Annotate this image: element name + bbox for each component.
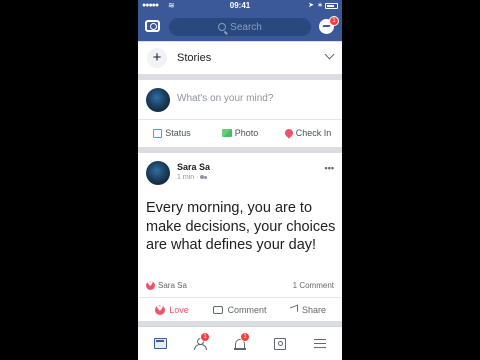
reaction-summary[interactable]: Sara Sa 1 Comment bbox=[146, 279, 334, 291]
share-icon bbox=[289, 304, 298, 315]
phone-screen: ●●●●● ≋ 09:41 ➤ ∗ Search 1 + Stories Wha… bbox=[138, 0, 342, 360]
search-bar[interactable]: Search bbox=[169, 18, 311, 36]
location-icon: ➤ bbox=[308, 2, 314, 9]
post-actions: Love Comment Share bbox=[138, 297, 342, 321]
more-options-icon[interactable]: ••• bbox=[325, 163, 334, 173]
post-author-avatar[interactable] bbox=[146, 161, 170, 185]
tab-profile[interactable] bbox=[265, 332, 295, 356]
post-meta: 1 min · bbox=[177, 174, 208, 181]
status-bar: ●●●●● ≋ 09:41 ➤ ∗ bbox=[138, 0, 342, 13]
love-button[interactable]: Love bbox=[138, 304, 206, 315]
friends-audience-icon bbox=[200, 174, 208, 181]
camera-icon[interactable] bbox=[145, 20, 160, 32]
post-author-name[interactable]: Sara Sa bbox=[177, 162, 210, 172]
top-navbar: Search 1 bbox=[138, 13, 342, 41]
check-in-button[interactable]: Check In bbox=[274, 127, 342, 139]
friend-requests-badge: 1 bbox=[200, 331, 210, 342]
comment-label: Comment bbox=[227, 304, 267, 315]
messenger-badge: 1 bbox=[329, 16, 339, 26]
composer-input[interactable]: What's on your mind? bbox=[177, 93, 273, 104]
tab-friend-requests[interactable]: 1 bbox=[185, 331, 215, 356]
stories-bar[interactable]: + Stories bbox=[138, 42, 342, 74]
love-reaction-icon bbox=[146, 280, 155, 290]
status-icon bbox=[153, 128, 163, 138]
composer: What's on your mind? Status Photo Check … bbox=[138, 80, 342, 147]
post-time[interactable]: 1 min bbox=[177, 174, 194, 181]
news-feed-icon bbox=[153, 338, 167, 349]
comment-button[interactable]: Comment bbox=[206, 305, 274, 315]
search-icon bbox=[218, 23, 227, 31]
tab-notifications[interactable]: 1 bbox=[225, 331, 255, 356]
meta-separator: · bbox=[196, 174, 199, 181]
status-label: Status bbox=[165, 128, 191, 138]
bluetooth-icon: ∗ bbox=[317, 2, 323, 9]
battery-icon bbox=[325, 3, 338, 9]
post-text: Every morning, you are to make decisions… bbox=[146, 200, 336, 253]
avatar[interactable] bbox=[146, 88, 170, 112]
photo-label: Photo bbox=[234, 128, 259, 138]
share-label: Share bbox=[301, 304, 327, 315]
profile-icon bbox=[274, 337, 286, 350]
reaction-name: Sara Sa bbox=[158, 280, 187, 290]
comment-icon bbox=[213, 305, 224, 314]
search-placeholder: Search bbox=[230, 21, 262, 33]
love-label: Love bbox=[169, 304, 189, 315]
letterbox-right bbox=[342, 0, 480, 360]
feed-post: Sara Sa 1 min · ••• Every morning, you a… bbox=[138, 153, 342, 321]
location-pin-icon bbox=[283, 127, 295, 139]
menu-icon bbox=[314, 339, 326, 348]
check-in-label: Check In bbox=[295, 128, 332, 138]
chevron-down-icon[interactable] bbox=[324, 49, 335, 60]
add-story-icon[interactable]: + bbox=[147, 48, 167, 68]
comment-count[interactable]: 1 Comment bbox=[293, 281, 334, 290]
love-icon bbox=[155, 304, 166, 315]
photo-button[interactable]: Photo bbox=[206, 128, 274, 138]
status-button[interactable]: Status bbox=[138, 128, 206, 138]
share-button[interactable]: Share bbox=[274, 305, 342, 315]
photo-icon bbox=[221, 129, 232, 137]
stories-label: Stories bbox=[177, 52, 212, 64]
letterbox-left bbox=[0, 0, 138, 360]
notifications-badge: 1 bbox=[240, 331, 250, 342]
tab-news-feed[interactable] bbox=[145, 332, 175, 356]
tab-menu[interactable] bbox=[305, 332, 335, 356]
composer-actions: Status Photo Check In bbox=[138, 120, 342, 146]
bottom-tab-bar: 1 1 bbox=[138, 326, 342, 360]
